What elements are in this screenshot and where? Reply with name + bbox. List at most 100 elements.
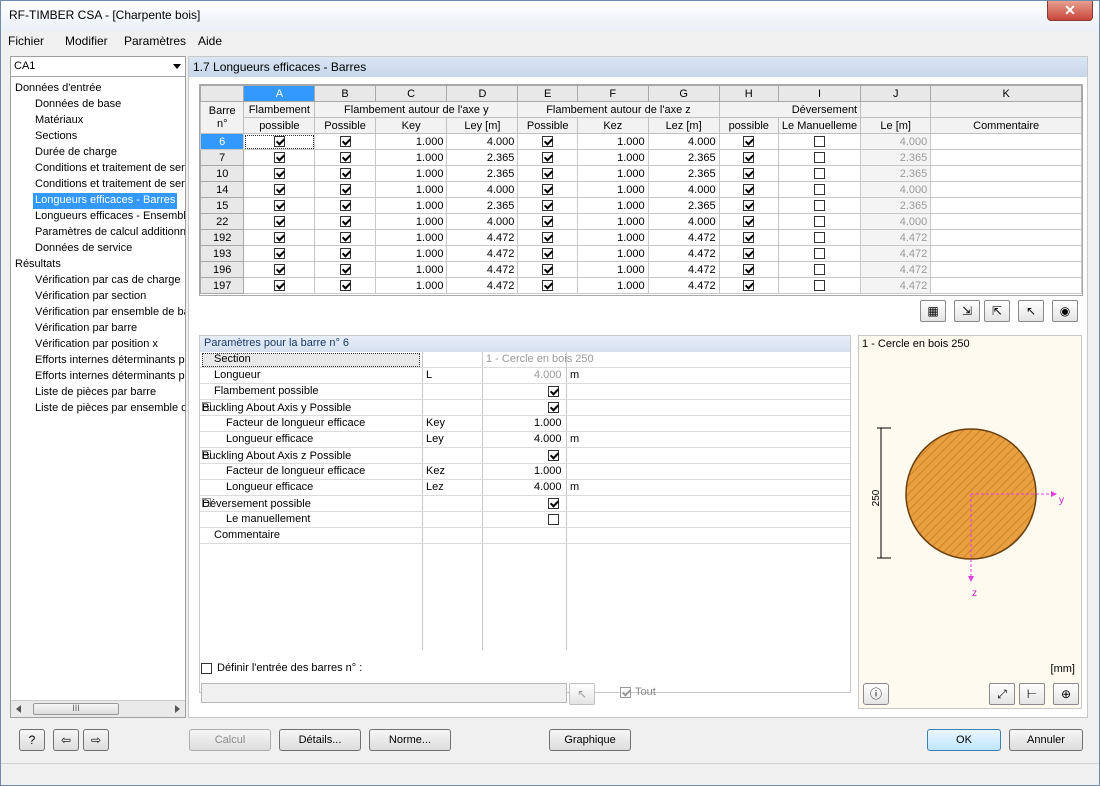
checkbox-cell[interactable] — [517, 181, 578, 198]
param-row-lez[interactable]: Longueur efficace Lez 4.000 m — [200, 480, 850, 496]
checkbox-cell[interactable] — [777, 181, 862, 198]
checkbox-cell[interactable] — [777, 229, 862, 246]
scroll-left-icon[interactable] — [16, 705, 21, 713]
tree-item[interactable]: Données de base — [35, 97, 121, 113]
tree-item[interactable]: Vérification par ensemble de ba — [35, 305, 185, 321]
param-value[interactable]: 4.000 — [534, 433, 562, 445]
checkbox-cell[interactable] — [777, 165, 862, 182]
kez-cell[interactable]: 1.000 — [576, 165, 649, 182]
key-cell[interactable]: 1.000 — [374, 261, 448, 278]
key-cell[interactable]: 1.000 — [374, 277, 448, 294]
checkbox-cell[interactable] — [243, 181, 316, 198]
checkbox-cell[interactable] — [718, 149, 779, 166]
scroll-thumb[interactable]: III — [33, 703, 119, 715]
tree-item-selected[interactable]: Longueurs efficaces - Barres — [33, 193, 178, 209]
checkbox-cell[interactable] — [517, 197, 578, 214]
checkbox-cell[interactable] — [243, 213, 316, 230]
param-row-section[interactable]: Section 1 - Cercle en bois 250 — [200, 352, 850, 368]
checkbox-cell[interactable] — [777, 213, 862, 230]
comment-cell[interactable] — [930, 181, 1082, 198]
details-button[interactable]: Détails... — [279, 729, 361, 751]
lez-cell[interactable]: 2.365 — [647, 149, 720, 166]
import-icon[interactable]: ⇨ — [83, 729, 109, 751]
ley-cell[interactable]: 4.472 — [446, 229, 519, 246]
checkbox-cell[interactable] — [777, 133, 862, 150]
param-row-flambement[interactable]: Flambement possible — [200, 384, 850, 400]
param-row-le-manuel[interactable]: Le manuellement — [200, 512, 850, 528]
comment-cell[interactable] — [930, 261, 1082, 278]
lez-cell[interactable]: 4.472 — [647, 261, 720, 278]
param-row-buckling-y[interactable]: Buckling About Axis y Possible — [200, 400, 850, 416]
comment-cell[interactable] — [930, 277, 1082, 294]
tree-item[interactable]: Vérification par cas de charge — [35, 273, 181, 289]
menu-parametres[interactable]: Paramètres — [124, 34, 186, 48]
excel-export-icon[interactable]: ⇲ — [954, 300, 980, 322]
view-dimensions-icon[interactable]: ⊢ — [1019, 683, 1045, 705]
comment-cell[interactable] — [930, 165, 1082, 182]
tree-item[interactable]: Durée de charge — [35, 145, 117, 161]
row-number[interactable]: 196 — [200, 261, 245, 278]
tree-item[interactable]: Matériaux — [35, 113, 83, 129]
col-letter[interactable]: G — [647, 85, 720, 102]
lez-cell[interactable]: 4.000 — [647, 181, 720, 198]
comment-cell[interactable] — [930, 133, 1082, 150]
row-number[interactable]: 7 — [200, 149, 245, 166]
checkbox-cell[interactable] — [718, 165, 779, 182]
checkbox-cell[interactable] — [314, 213, 376, 230]
checkbox-cell[interactable] — [718, 245, 779, 262]
menu-fichier[interactable]: Fichier — [8, 34, 44, 48]
horizontal-scrollbar[interactable]: III — [11, 700, 185, 717]
key-cell[interactable]: 1.000 — [374, 229, 448, 246]
checkbox-cell[interactable] — [314, 165, 376, 182]
lez-cell[interactable]: 2.365 — [647, 165, 720, 182]
kez-cell[interactable]: 1.000 — [576, 197, 649, 214]
checkbox-cell[interactable] — [777, 197, 862, 214]
checkbox-cell[interactable] — [718, 213, 779, 230]
key-cell[interactable]: 1.000 — [374, 181, 448, 198]
table-row[interactable]: 10 1.000 2.365 1.000 2.365 2.365 — [200, 165, 1082, 182]
lez-cell[interactable]: 4.472 — [647, 229, 720, 246]
ley-cell[interactable]: 4.000 — [446, 213, 519, 230]
checkbox-cell[interactable] — [718, 181, 779, 198]
checkbox-cell[interactable] — [517, 229, 578, 246]
checkbox-cell[interactable] — [777, 277, 862, 294]
tree-item[interactable]: Vérification par position x — [35, 337, 158, 353]
members-input[interactable] — [201, 683, 567, 703]
menu-modifier[interactable]: Modifier — [65, 34, 108, 48]
table-row[interactable]: 193 1.000 4.472 1.000 4.472 4.472 — [200, 245, 1082, 262]
scroll-right-icon[interactable] — [175, 705, 180, 713]
key-cell[interactable]: 1.000 — [374, 197, 448, 214]
col-letter[interactable]: F — [576, 85, 649, 102]
checkbox-cell[interactable] — [243, 133, 316, 150]
info-icon[interactable]: ⓘ — [863, 683, 889, 705]
row-number[interactable]: 22 — [200, 213, 245, 230]
row-number[interactable]: 14 — [200, 181, 245, 198]
param-row-kez[interactable]: Facteur de longueur efficace Kez 1.000 — [200, 464, 850, 480]
param-row-key[interactable]: Facteur de longueur efficace Key 1.000 — [200, 416, 850, 432]
annuler-button[interactable]: Annuler — [1009, 729, 1083, 751]
ley-cell[interactable]: 2.365 — [446, 197, 519, 214]
key-cell[interactable]: 1.000 — [374, 245, 448, 262]
table-row[interactable]: 192 1.000 4.472 1.000 4.472 4.472 — [200, 229, 1082, 246]
checkbox-cell[interactable] — [517, 277, 578, 294]
param-row-length[interactable]: Longueur L 4.000 m — [200, 368, 850, 384]
checkbox-cell[interactable] — [243, 261, 316, 278]
row-number[interactable]: 197 — [200, 277, 245, 294]
checkbox-cell[interactable] — [517, 149, 578, 166]
checkbox-cell[interactable] — [517, 245, 578, 262]
menu-aide[interactable]: Aide — [198, 34, 222, 48]
checkbox-cell[interactable] — [314, 245, 376, 262]
kez-cell[interactable]: 1.000 — [576, 261, 649, 278]
ley-cell[interactable]: 4.472 — [446, 261, 519, 278]
key-cell[interactable]: 1.000 — [374, 149, 448, 166]
export-icon[interactable]: ⇦ — [53, 729, 79, 751]
checkbox-cell[interactable] — [718, 261, 779, 278]
checkbox-cell[interactable] — [243, 277, 316, 294]
checkbox-cell[interactable] — [314, 181, 376, 198]
ley-cell[interactable]: 4.472 — [446, 277, 519, 294]
row-number[interactable]: 193 — [200, 245, 245, 262]
table-row[interactable]: 7 1.000 2.365 1.000 2.365 2.365 — [200, 149, 1082, 166]
param-value[interactable]: 4.000 — [534, 481, 562, 493]
col-letter[interactable]: D — [446, 85, 519, 102]
checkbox-cell[interactable] — [517, 261, 578, 278]
